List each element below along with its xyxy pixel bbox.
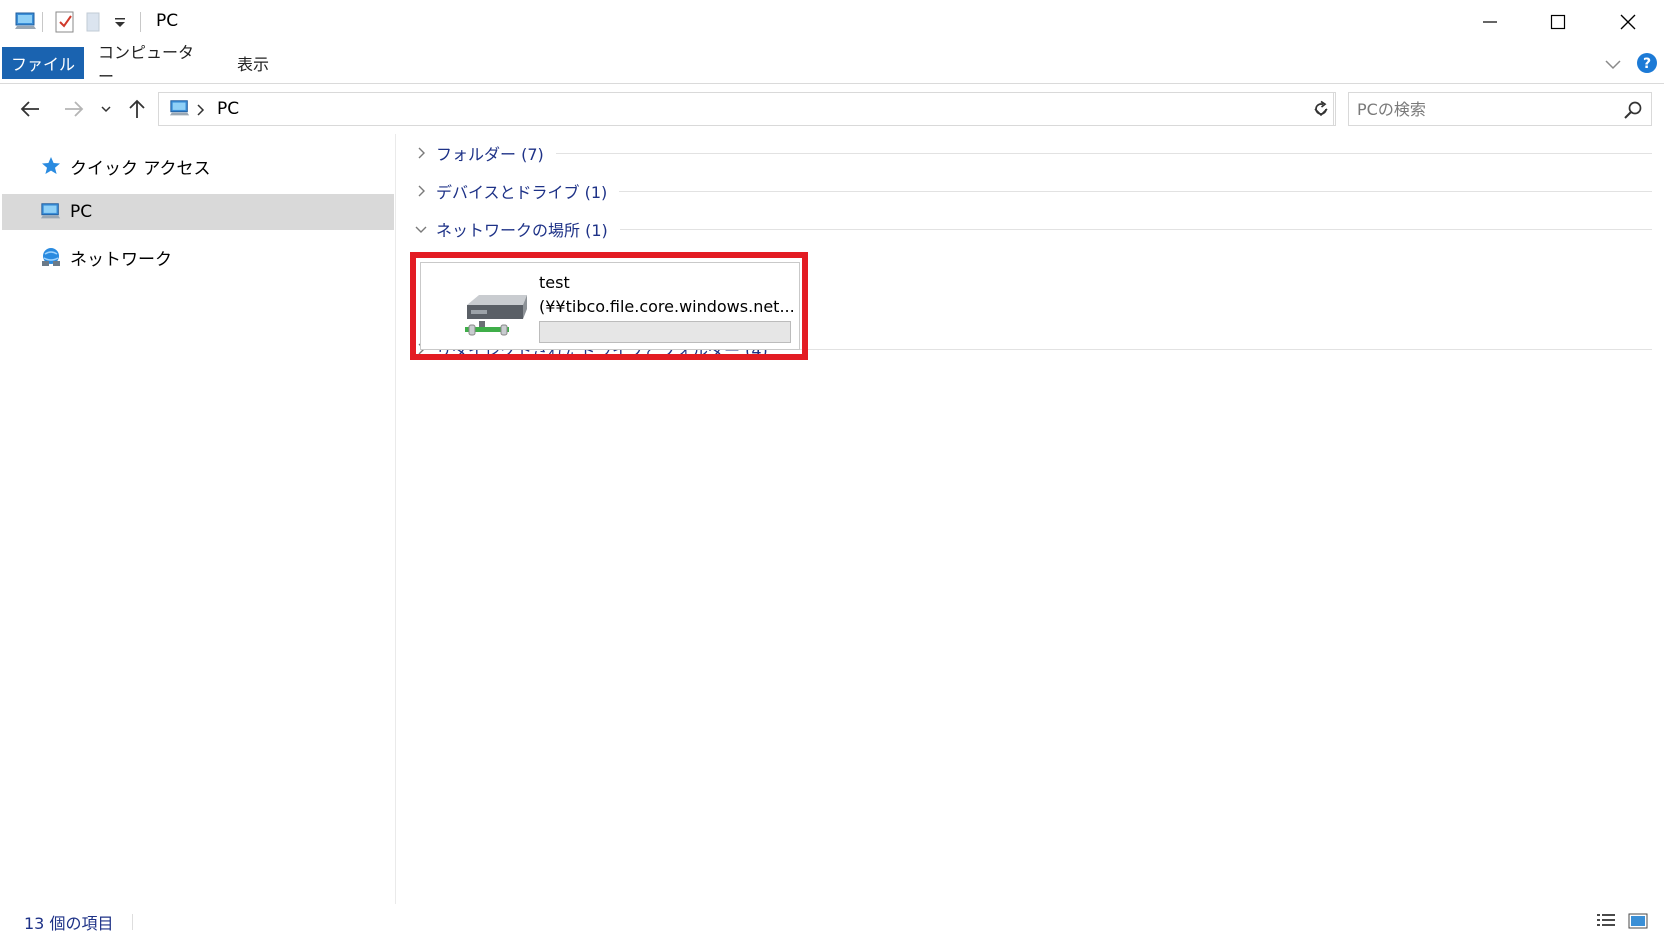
network-drive-tile[interactable]: test (¥¥tibco.file.core.windows.net...: [420, 262, 800, 350]
new-folder-icon[interactable]: [84, 10, 104, 34]
window-title: PC: [156, 11, 179, 31]
close-button[interactable]: [1594, 0, 1662, 44]
arrow-right-icon: [65, 101, 84, 117]
arrow-up-icon: [129, 99, 145, 118]
group-label: ネットワークの場所 (1): [436, 221, 608, 240]
address-bar[interactable]: PC: [158, 92, 1334, 126]
tab-computer[interactable]: コンピューター: [98, 43, 202, 86]
forward-button[interactable]: [60, 94, 88, 124]
minimize-button[interactable]: [1456, 0, 1524, 44]
group-divider: [619, 228, 1652, 230]
nav-item-quick-access[interactable]: クイック アクセス: [2, 148, 394, 184]
maximize-icon: [1550, 14, 1566, 30]
drive-usage-bar: [539, 321, 791, 343]
group-divider: [779, 348, 1652, 350]
navigation-pane: クイック アクセス PC ネットワーク: [0, 134, 396, 904]
group-divider: [555, 152, 1652, 154]
customize-dropdown-icon[interactable]: [112, 14, 128, 38]
pc-icon[interactable]: [14, 10, 38, 34]
title-separator: [140, 12, 141, 32]
group-divider: [619, 190, 1652, 192]
expand-ribbon-icon[interactable]: [1604, 56, 1622, 75]
title-separator: [42, 12, 43, 32]
close-icon: [1620, 14, 1636, 30]
large-icons-view-icon: [1628, 913, 1648, 929]
large-icons-view-button[interactable]: [1626, 909, 1650, 933]
status-separator: [132, 914, 133, 930]
search-input[interactable]: [1357, 98, 1607, 120]
refresh-icon: [1314, 100, 1327, 115]
search-icon[interactable]: [1623, 100, 1643, 124]
group-label: デバイスとドライブ (1): [436, 183, 608, 202]
minimize-icon: [1483, 21, 1497, 23]
back-button[interactable]: [16, 94, 44, 124]
group-label: フォルダー (7): [436, 145, 544, 164]
nav-item-network[interactable]: ネットワーク: [2, 239, 394, 275]
status-bar: 13 個の項目: [0, 904, 1664, 938]
ribbon-tabs: ファイル コンピューター 表示 ?: [0, 43, 1664, 86]
refresh-button[interactable]: [1306, 92, 1336, 126]
recent-locations-button[interactable]: [98, 94, 114, 124]
explorer-window: PC ファイル コンピューター 表示 ? PC PCの検索 クイック アクセス …: [0, 0, 1664, 938]
details-view-button[interactable]: [1594, 909, 1618, 933]
up-button[interactable]: [124, 94, 150, 124]
content-area: フォルダー (7) デバイスとドライブ (1) ネットワークの場所 (1) リダ…: [400, 134, 1664, 904]
group-network-locations[interactable]: ネットワークの場所 (1): [412, 214, 1652, 244]
group-folders[interactable]: フォルダー (7): [412, 138, 1652, 168]
chevron-down-icon: [412, 224, 430, 234]
arrow-left-icon: [20, 101, 39, 117]
details-view-icon: [1597, 914, 1615, 926]
group-devices-drives[interactable]: デバイスとドライブ (1): [412, 176, 1652, 206]
nav-item-label: PC: [70, 202, 93, 222]
drive-name: test: [539, 273, 570, 292]
breadcrumb-pc[interactable]: PC: [217, 99, 239, 119]
search-box: [1348, 92, 1652, 126]
nav-item-label: クイック アクセス: [70, 158, 211, 179]
network-icon: [38, 245, 64, 269]
drive-path: (¥¥tibco.file.core.windows.net...: [539, 297, 795, 316]
help-label: ?: [1643, 56, 1651, 72]
breadcrumb-separator-icon[interactable]: [195, 102, 205, 121]
tab-file[interactable]: ファイル: [2, 47, 84, 79]
network-drive-icon: [461, 291, 529, 343]
chevron-right-icon: [412, 184, 430, 198]
item-count: 13 個の項目: [24, 914, 114, 933]
star-icon: [38, 154, 64, 178]
title-bar: PC: [0, 0, 1664, 44]
tab-view[interactable]: 表示: [226, 47, 280, 79]
pc-icon: [169, 98, 191, 124]
properties-icon[interactable]: [54, 10, 76, 34]
help-icon[interactable]: ?: [1636, 52, 1658, 78]
nav-item-pc[interactable]: PC: [2, 194, 394, 230]
chevron-down-icon: [101, 106, 111, 113]
pc-icon: [38, 200, 64, 224]
nav-item-label: ネットワーク: [70, 249, 172, 270]
chevron-right-icon: [412, 146, 430, 160]
address-row: PC: [0, 84, 1664, 134]
maximize-button[interactable]: [1524, 0, 1592, 44]
